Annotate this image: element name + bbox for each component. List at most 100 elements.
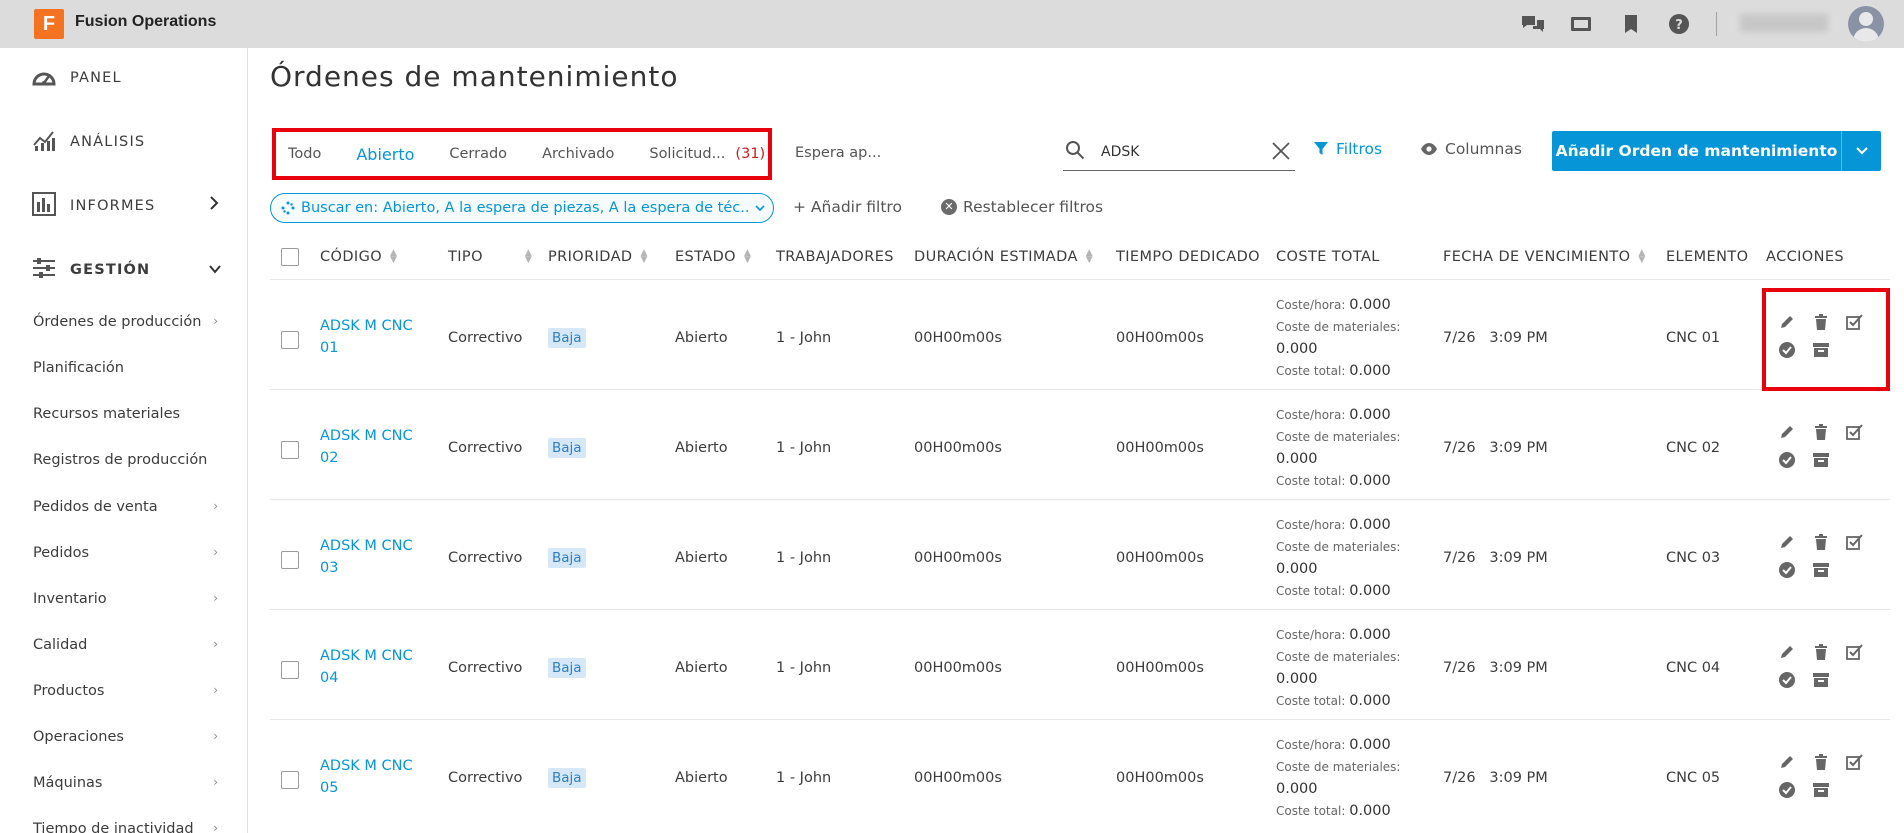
reset-filters-label: Restablecer filtros [963,198,1104,216]
workers-cell: 1 - John [776,660,832,676]
add-filter-button[interactable]: + Añadir filtro [793,198,902,216]
order-code-link[interactable]: ADSK M CNC 03 [320,535,420,579]
complete-checklist-icon[interactable] [1845,642,1865,662]
sidebar-subitem[interactable]: Planificación [33,360,218,376]
approve-icon[interactable] [1777,450,1797,470]
priority-badge: Baja [548,768,586,788]
sidebar-subitem[interactable]: Órdenes de producción › [33,314,218,330]
element-cell: CNC 01 [1666,330,1721,346]
filters-button[interactable]: Filtros [1313,140,1382,158]
order-code-link[interactable]: ADSK M CNC 01 [320,315,420,359]
tab-solicitud[interactable]: Solicitud... (31) [649,142,765,166]
search-input[interactable] [1101,143,1261,160]
clear-search-icon[interactable] [1271,141,1291,165]
order-code-link[interactable]: ADSK M CNC 02 [320,425,420,469]
help-icon[interactable]: ? [1666,12,1692,36]
tab-cerrado[interactable]: Cerrado [449,142,507,166]
add-maintenance-order-button[interactable]: Añadir Orden de mantenimiento [1552,131,1841,171]
complete-checklist-icon[interactable] [1845,752,1865,772]
edit-icon[interactable] [1777,642,1797,662]
tab-todo[interactable]: Todo [288,142,321,166]
tab-espera-aprobacion[interactable]: Espera ap... [795,145,881,161]
archive-icon[interactable] [1811,450,1831,470]
sort-icon: ▲ ▼ [390,248,398,265]
delete-icon[interactable] [1811,642,1831,662]
status-cell: Abierto [675,440,728,456]
chat-icon[interactable] [1520,12,1546,36]
sidebar-subitem[interactable]: Pedidos de venta › [33,499,218,515]
element-cell: CNC 05 [1666,770,1721,786]
tab-archivado[interactable]: Archivado [542,142,614,166]
chevron-right-icon: › [213,314,218,328]
column-header-codigo[interactable]: CÓDIGO ▲ ▼ [320,248,398,266]
sidebar-item-gestion[interactable]: GESTIÓN [32,258,150,282]
column-header-estado[interactable]: ESTADO ▲ ▼ [675,249,751,266]
edit-icon[interactable] [1777,752,1797,772]
sidebar-subitem[interactable]: Calidad › [33,637,218,653]
due-date-cell: 7/26 3:09 PM [1443,440,1548,456]
row-checkbox[interactable] [281,661,299,679]
order-code-link[interactable]: ADSK M CNC 04 [320,645,420,689]
complete-checklist-icon[interactable] [1845,532,1865,552]
row-checkbox[interactable] [281,771,299,789]
column-header-tiempo-dedicado[interactable]: TIEMPO DEDICADO [1116,249,1260,265]
screen-icon[interactable] [1568,12,1594,36]
column-header-elemento[interactable]: ELEMENTO [1666,249,1748,265]
select-all-checkbox[interactable] [281,248,299,266]
row-checkbox[interactable] [281,551,299,569]
sidebar-item-panel[interactable]: PANEL [32,66,122,90]
archive-icon[interactable] [1811,670,1831,690]
sidebar-subitem-label: Calidad [33,637,88,653]
sidebar-subitem[interactable]: Pedidos › [33,545,218,561]
chevron-right-icon[interactable] [208,195,220,215]
delete-icon[interactable] [1811,422,1831,442]
sort-icon: ▲ ▼ [1638,248,1646,265]
edit-icon[interactable] [1777,532,1797,552]
columns-button[interactable]: Columnas [1420,140,1522,158]
delete-icon[interactable] [1811,532,1831,552]
column-header-tipo[interactable]: TIPO ▲ ▼ [448,249,532,266]
sidebar-subitem[interactable]: Recursos materiales [33,406,218,422]
row-checkbox[interactable] [281,331,299,349]
approve-icon[interactable] [1777,780,1797,800]
element-cell: CNC 02 [1666,440,1721,456]
sidebar-item-informes[interactable]: INFORMES [32,192,155,218]
sidebar-subitem[interactable]: Operaciones › [33,729,218,745]
column-header-coste-total[interactable]: COSTE TOTAL [1276,249,1380,265]
sidebar-subitem[interactable]: Registros de producción [33,452,218,468]
archive-icon[interactable] [1811,780,1831,800]
chevron-down-icon[interactable] [208,261,222,279]
order-code-link[interactable]: ADSK M CNC 05 [320,755,420,799]
column-header-duracion-estimada[interactable]: DURACIÓN ESTIMADA ▲ ▼ [914,249,1093,266]
app-title[interactable]: Fusion Operations [75,13,216,31]
app-logo[interactable]: F [34,9,64,39]
tab-abierto[interactable]: Abierto [356,142,414,166]
approve-icon[interactable] [1777,560,1797,580]
sidebar-subitem[interactable]: Tiempo de inactividad › [33,821,218,833]
sidebar-subitem[interactable]: Inventario › [33,591,218,607]
column-header-fecha-vencimiento[interactable]: FECHA DE VENCIMIENTO ▲ ▼ [1443,248,1646,266]
sidebar-subitem-label: Inventario [33,591,107,607]
sidebar-subitem[interactable]: Productos › [33,683,218,699]
sidebar-subitem[interactable]: Máquinas › [33,775,218,791]
avatar[interactable] [1848,6,1884,42]
filter-chip-text: Buscar en: Abierto, A la espera de pieza… [301,200,749,216]
reset-filters-button[interactable]: ✕ Restablecer filtros [941,198,1103,216]
workers-cell: 1 - John [776,330,832,346]
status-filter-chip[interactable]: Buscar en: Abierto, A la espera de pieza… [270,193,774,223]
status-cell: Abierto [675,550,728,566]
column-header-trabajadores[interactable]: TRABAJADORES [776,249,894,265]
element-cell: CNC 04 [1666,660,1721,676]
add-options-dropdown[interactable] [1841,131,1881,171]
delete-icon[interactable] [1811,752,1831,772]
complete-checklist-icon[interactable] [1845,422,1865,442]
column-header-prioridad[interactable]: PRIORIDAD ▲ ▼ [548,249,648,266]
user-name[interactable] [1740,14,1828,32]
approve-icon[interactable] [1777,670,1797,690]
sidebar-item-analisis[interactable]: ANÁLISIS [32,130,145,154]
cost-cell: Coste/hora: 0.000 Coste de materiales: 0… [1276,297,1401,379]
edit-icon[interactable] [1777,422,1797,442]
archive-icon[interactable] [1811,560,1831,580]
bookmark-icon[interactable] [1618,12,1644,36]
row-checkbox[interactable] [281,441,299,459]
